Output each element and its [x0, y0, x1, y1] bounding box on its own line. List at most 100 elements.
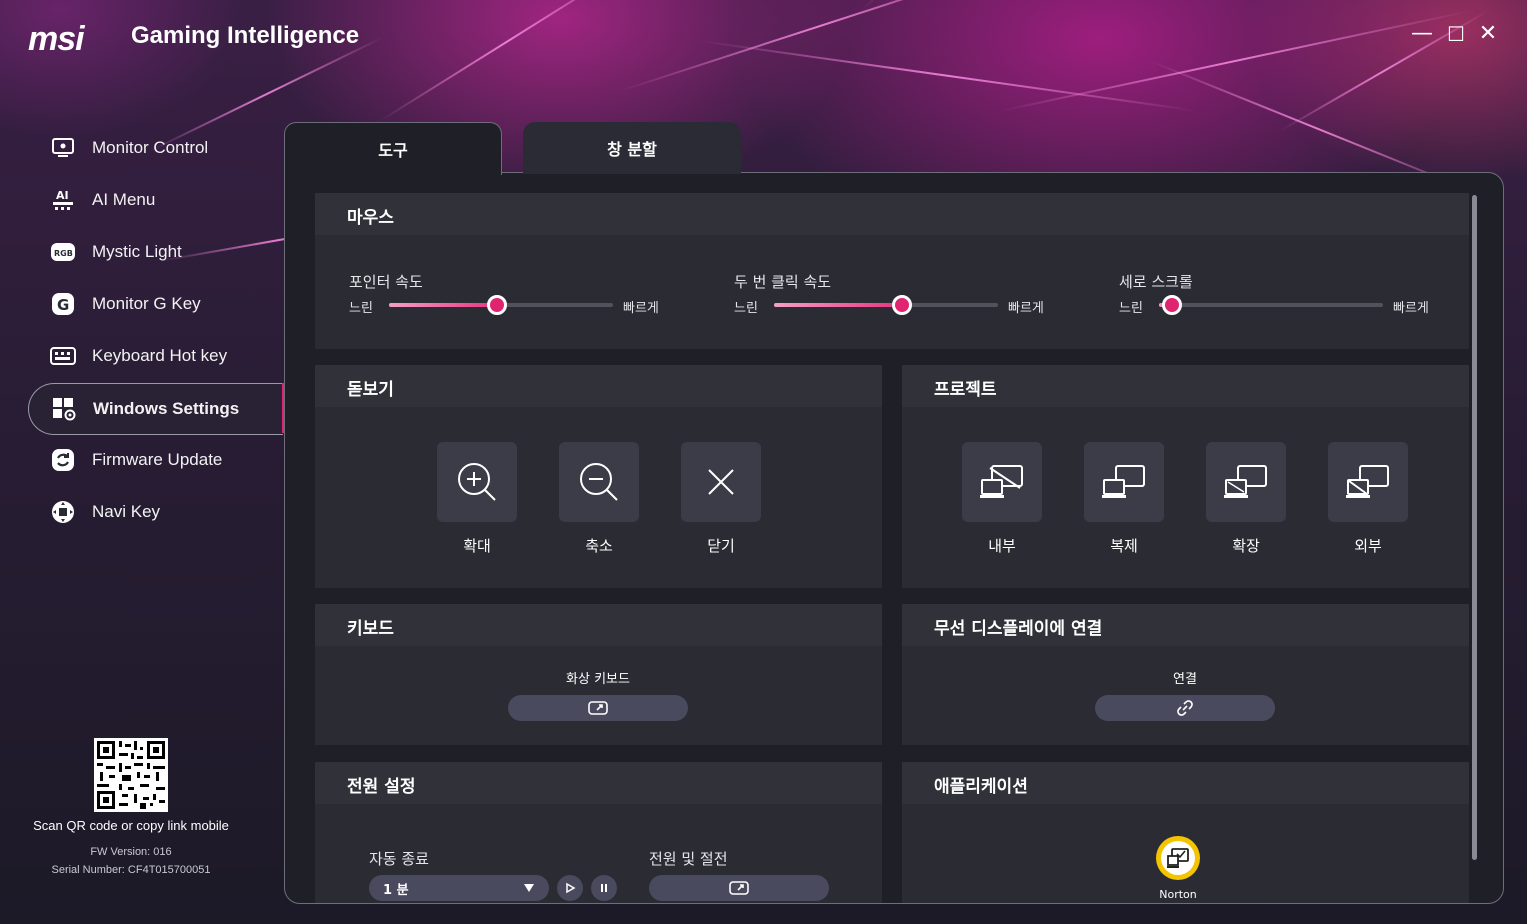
sidebar-item-label: Navi Key: [92, 502, 161, 521]
double-click-speed-slider[interactable]: [774, 295, 998, 315]
launch-icon: [588, 701, 608, 715]
slider-max-label: 빠르게: [623, 301, 659, 316]
section-title: 돋보기: [347, 380, 394, 400]
tile-label: 확장: [1232, 537, 1260, 555]
sidebar-item-monitor-control[interactable]: Monitor Control: [28, 123, 282, 173]
slider-max-label: 빠르게: [1008, 301, 1044, 316]
section-title: 무선 디스플레이에 연결: [934, 619, 1103, 639]
sidebar-item-monitor-g-key[interactable]: G Monitor G Key: [28, 279, 282, 329]
sidebar-item-firmware-update[interactable]: Firmware Update: [28, 435, 282, 485]
section-title: 전원 설정: [347, 777, 416, 797]
slider-label: 세로 스크롤: [1119, 273, 1193, 291]
connect-label: 연결: [1173, 672, 1197, 687]
pc-screen-only-icon: [980, 465, 1023, 498]
extend-button[interactable]: [1206, 442, 1286, 522]
rgb-icon: RGB: [50, 239, 76, 265]
norton-icon: [1167, 848, 1189, 868]
auto-off-value: 1 분: [383, 882, 409, 898]
tile-label: 복제: [1110, 537, 1138, 555]
chevron-down-icon: [524, 884, 534, 892]
windows-settings-icon: [51, 396, 77, 422]
svg-text:AI: AI: [56, 189, 69, 202]
duplicate-button[interactable]: [1084, 442, 1164, 522]
sidebar-item-ai-menu[interactable]: AI AI Menu: [28, 175, 282, 225]
tile-label: 내부: [988, 537, 1016, 555]
slider-min-label: 느린: [349, 301, 373, 316]
firmware-icon: [50, 447, 76, 473]
app-label: Norton: [1159, 888, 1197, 901]
slider-knob[interactable]: [891, 295, 912, 315]
zoom-out-icon: [580, 463, 618, 501]
auto-off-label: 자동 종료: [369, 850, 429, 868]
serial-number: Serial Number: CF4T015700051: [51, 864, 211, 876]
connect-button[interactable]: [1095, 695, 1275, 721]
play-button[interactable]: [557, 875, 583, 901]
close-window-button[interactable]: ✕: [1474, 20, 1502, 48]
wireless-display-section: 무선 디스플레이에 연결 연결: [902, 604, 1469, 745]
g-key-icon: G: [50, 291, 76, 317]
sidebar-item-label: Firmware Update: [92, 450, 223, 469]
second-screen-only-icon: [1346, 465, 1389, 498]
svg-text:G: G: [57, 296, 69, 314]
sidebar-item-label: AI Menu: [92, 190, 156, 209]
pc-screen-only-button[interactable]: [962, 442, 1042, 522]
norton-app-button[interactable]: [1156, 836, 1200, 880]
pointer-speed-slider[interactable]: [389, 295, 613, 315]
tile-label: 축소: [585, 537, 613, 555]
sidebar-item-label: Windows Settings: [93, 399, 240, 418]
pause-icon: [601, 884, 607, 892]
monitor-icon: [50, 135, 76, 161]
sidebar-item-windows-settings[interactable]: Windows Settings: [28, 383, 283, 435]
sidebar-item-label: Monitor Control: [92, 138, 209, 157]
app-title: Gaming Intelligence: [131, 22, 360, 49]
second-screen-only-button[interactable]: [1328, 442, 1408, 522]
magnifier-section: 돋보기 확대 축소 닫기: [315, 365, 882, 588]
slider-knob[interactable]: [486, 295, 507, 315]
mouse-section: 마우스 포인터 속도 느린 빠르게 두 번 클릭 속도 느린 빠르게 세로 스크…: [315, 193, 1469, 349]
applications-section: 애플리케이션 Norton: [902, 762, 1469, 903]
tile-label: 닫기: [707, 537, 735, 555]
power-sleep-button[interactable]: [649, 875, 829, 901]
sidebar-item-label: Monitor G Key: [92, 294, 201, 313]
slider-label: 두 번 클릭 속도: [734, 273, 832, 291]
tile-label: 외부: [1354, 537, 1382, 555]
launch-icon: [729, 881, 749, 895]
slider-min-label: 느린: [1119, 301, 1143, 316]
project-section: 프로젝트 내부 복제 확장 외부: [902, 365, 1469, 588]
sidebar-item-label: Keyboard Hot key: [92, 346, 228, 365]
auto-off-select[interactable]: 1 분: [369, 875, 549, 901]
slider-max-label: 빠르게: [1393, 301, 1429, 316]
qr-caption: Scan QR code or copy link mobile: [33, 818, 229, 833]
play-icon: [566, 882, 576, 894]
power-section: 전원 설정 자동 종료 1 분 전원 및 절전: [315, 762, 882, 903]
section-title: 마우스: [347, 208, 394, 228]
svg-text:RGB: RGB: [54, 249, 73, 258]
sidebar-item-navi-key[interactable]: Navi Key: [28, 487, 282, 537]
sidebar-item-keyboard-hot-key[interactable]: Keyboard Hot key: [28, 331, 282, 381]
minimize-button[interactable]: —: [1408, 20, 1436, 48]
tab-snap-window[interactable]: 창 분할: [523, 122, 741, 174]
on-screen-keyboard-button[interactable]: [508, 695, 688, 721]
slider-knob[interactable]: [1162, 295, 1183, 315]
pause-button[interactable]: [591, 875, 617, 901]
duplicate-icon: [1102, 465, 1145, 498]
sidebar-item-label: Mystic Light: [92, 242, 182, 261]
slider-min-label: 느린: [734, 301, 758, 316]
close-magnifier-button[interactable]: [681, 442, 761, 522]
power-sleep-label: 전원 및 절전: [649, 850, 728, 868]
zoom-in-icon: [458, 463, 496, 501]
sidebar-item-mystic-light[interactable]: RGB Mystic Light: [28, 227, 282, 277]
ai-icon: AI: [50, 187, 76, 213]
tab-tools[interactable]: 도구: [284, 122, 502, 175]
title-bar: msi Gaming Intelligence — ☐ ✕: [0, 0, 1527, 80]
vertical-scroll-slider[interactable]: [1159, 295, 1383, 315]
maximize-button[interactable]: ☐: [1442, 20, 1470, 48]
link-icon: [1177, 700, 1193, 716]
fw-version: FW Version: 016: [90, 846, 172, 858]
msi-logo: msi: [28, 20, 85, 58]
zoom-out-button[interactable]: [559, 442, 639, 522]
qr-code[interactable]: [94, 738, 168, 812]
tile-label: 확대: [463, 537, 491, 555]
zoom-in-button[interactable]: [437, 442, 517, 522]
scrollbar[interactable]: [1472, 195, 1477, 860]
